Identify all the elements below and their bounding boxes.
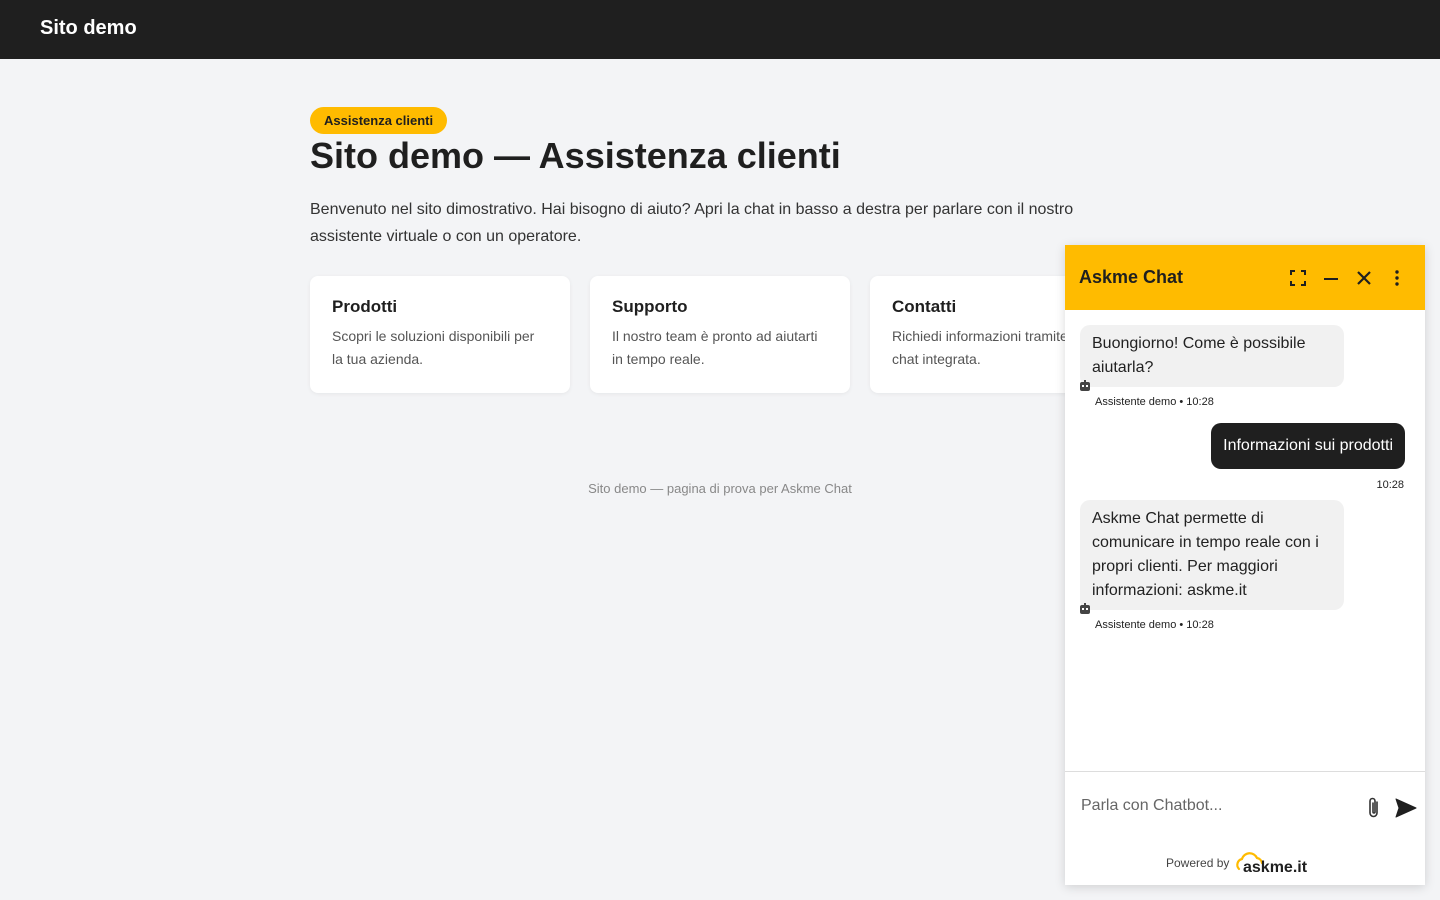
- minimize-button[interactable]: [1318, 265, 1344, 291]
- card-supporto[interactable]: Supporto Il nostro team è pronto ad aiut…: [590, 276, 850, 393]
- close-button[interactable]: [1351, 265, 1377, 291]
- bot-avatar-icon: [1080, 380, 1090, 391]
- expand-button[interactable]: [1285, 265, 1311, 291]
- chat-widget: Askme Chat Buongiorno! Come è possibile …: [1065, 245, 1425, 885]
- chat-input-area: [1065, 771, 1425, 841]
- powered-by: Powered by askme.it: [1065, 851, 1425, 877]
- more-vertical-icon: [1395, 270, 1399, 286]
- user-message: Informazioni sui prodotti: [1211, 423, 1405, 469]
- main-content: Assistenza clienti Sito demo — Assistenz…: [310, 107, 1130, 250]
- chat-message-input[interactable]: [1081, 794, 1351, 818]
- askme-logo[interactable]: askme.it: [1233, 851, 1328, 877]
- card-prodotti[interactable]: Prodotti Scopri le soluzioni disponibili…: [310, 276, 570, 393]
- expand-icon: [1290, 270, 1306, 286]
- message-meta: Assistente demo • 10:28: [1095, 396, 1214, 408]
- message-meta: Assistente demo • 10:28: [1095, 619, 1214, 631]
- close-icon: [1357, 271, 1371, 285]
- card-text: Scopri le soluzioni disponibili per la t…: [332, 328, 535, 367]
- messages-area[interactable]: Buongiorno! Come è possibile aiutarla? A…: [1065, 310, 1425, 772]
- intro-text: Benvenuto nel sito dimostrativo. Hai bis…: [310, 201, 1074, 245]
- bot-avatar-icon: [1080, 603, 1090, 614]
- paperclip-icon[interactable]: [1363, 796, 1385, 820]
- page-title: Sito demo — Assistenza clienti: [310, 135, 841, 176]
- chat-title: Askme Chat: [1079, 267, 1184, 287]
- card-title: Supporto: [612, 297, 688, 316]
- site-brand[interactable]: Sito demo: [40, 17, 137, 40]
- powered-by-label: Powered by: [1166, 856, 1230, 870]
- bot-message: Buongiorno! Come è possibile aiutarla?: [1080, 325, 1344, 387]
- more-options-button[interactable]: [1384, 265, 1410, 291]
- section-badge: Assistenza clienti: [310, 107, 448, 134]
- card-title: Prodotti: [332, 297, 398, 316]
- askme-logo-text: askme.it: [1243, 859, 1308, 876]
- send-icon[interactable]: [1395, 798, 1417, 818]
- message-meta: 10:28: [1376, 479, 1404, 491]
- minimize-icon: [1324, 278, 1338, 280]
- chat-header: Askme Chat: [1065, 245, 1425, 310]
- card-text: Il nostro team è pronto ad aiutarti in t…: [612, 328, 818, 367]
- bot-message: Askme Chat permette di comunicare in tem…: [1080, 500, 1344, 610]
- top-navbar: Sito demo: [0, 0, 1440, 59]
